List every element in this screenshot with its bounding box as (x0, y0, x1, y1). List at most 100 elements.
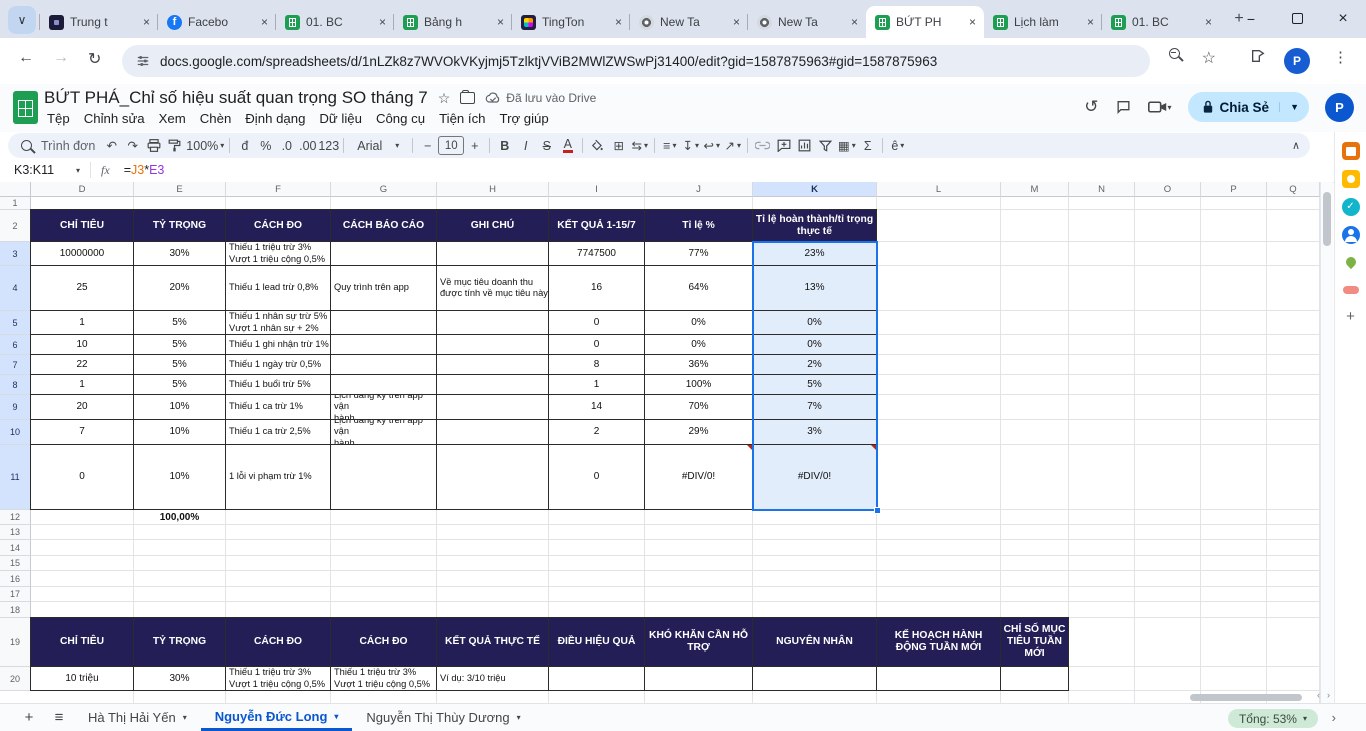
print-icon[interactable] (143, 135, 164, 156)
browser-tab[interactable]: New Ta× (748, 6, 866, 38)
italic-button[interactable]: I (515, 135, 536, 156)
browser-tab[interactable]: Trung t× (40, 6, 158, 38)
selection-fill-handle[interactable] (874, 507, 881, 514)
cell-F5[interactable]: Thiếu 1 nhân sự trừ 5% Vượt 1 nhân sự + … (225, 310, 331, 335)
row-header-11[interactable]: 11 (0, 445, 31, 510)
cell-F2[interactable]: CÁCH ĐO (225, 209, 331, 242)
input-tools-icon[interactable]: ê▾ (887, 135, 908, 156)
cell-F20[interactable]: Thiếu 1 triệu trừ 3% Vượt 1 triệu cộng 0… (225, 666, 331, 691)
cell-E20[interactable]: 30% (133, 666, 226, 691)
menu-công-cụ[interactable]: Công cụ (369, 109, 432, 128)
document-title[interactable]: BỨT PHÁ_Chỉ số hiệu suất quan trọng SO t… (44, 88, 428, 108)
cell-D11[interactable]: 0 (30, 444, 134, 510)
menu-dữ-liệu[interactable]: Dữ liệu (312, 109, 369, 128)
cell-G19[interactable]: CÁCH ĐO (330, 617, 437, 667)
row-header-9[interactable]: 9 (0, 395, 31, 420)
cell-M20[interactable] (1000, 666, 1069, 691)
cell-H19[interactable]: KẾT QUẢ THỰC TẾ (436, 617, 549, 667)
cell-I4[interactable]: 16 (548, 265, 645, 311)
cell-E2[interactable]: TỶ TRỌNG (133, 209, 226, 242)
cell-H4[interactable]: Về mục tiêu doanh thu được tính về mục t… (436, 265, 549, 311)
version-history-icon[interactable]: ↺ (1084, 97, 1098, 117)
tab-close-icon[interactable]: × (849, 15, 860, 29)
tab-close-icon[interactable]: × (495, 15, 506, 29)
cell-H11[interactable] (436, 444, 549, 510)
row-header-18[interactable]: 18 (0, 602, 31, 618)
cell-F19[interactable]: CÁCH ĐO (225, 617, 331, 667)
zoom-select[interactable]: 100%▾ (185, 135, 225, 156)
cell-E9[interactable]: 10% (133, 394, 226, 420)
column-header-F[interactable]: F (226, 182, 331, 197)
tab-close-icon[interactable]: × (1085, 15, 1096, 29)
star-icon[interactable]: ☆ (438, 90, 451, 107)
cell-G3[interactable] (330, 241, 437, 266)
functions-icon[interactable]: Σ (857, 135, 878, 156)
calendar-icon[interactable] (1342, 142, 1360, 160)
cell-G8[interactable] (330, 374, 437, 395)
row-header-4[interactable]: 4 (0, 266, 31, 311)
cell-I3[interactable]: 7747500 (548, 241, 645, 266)
cell-G6[interactable] (330, 334, 437, 355)
browser-tab[interactable]: 01. BC× (276, 6, 394, 38)
share-dropdown-icon[interactable]: ▼ (1279, 102, 1309, 112)
menu-tiện-ích[interactable]: Tiện ích (432, 109, 492, 128)
cell-D3[interactable]: 10000000 (30, 241, 134, 266)
get-addons-icon[interactable]: + (1342, 308, 1360, 326)
cell-H7[interactable] (436, 354, 549, 375)
maps-icon[interactable] (1342, 254, 1360, 272)
cell-G5[interactable] (330, 310, 437, 335)
cell-E5[interactable]: 5% (133, 310, 226, 335)
cell-F9[interactable]: Thiếu 1 ca trừ 1% (225, 394, 331, 420)
move-folder-icon[interactable] (460, 92, 475, 104)
maximize-button[interactable] (1274, 11, 1320, 27)
cell-G9[interactable]: Lịch đăng ký trên app vận hành (330, 394, 437, 420)
row-header-15[interactable]: 15 (0, 556, 31, 571)
cell-D10[interactable]: 7 (30, 419, 134, 445)
cell-E10[interactable]: 10% (133, 419, 226, 445)
row-header-5[interactable]: 5 (0, 311, 31, 335)
url-text[interactable]: docs.google.com/spreadsheets/d/1nLZk8z7W… (160, 54, 937, 69)
close-button[interactable]: × (1320, 10, 1366, 28)
cell-E19[interactable]: TỶ TRỌNG (133, 617, 226, 667)
column-header-D[interactable]: D (31, 182, 134, 197)
font-select[interactable]: Arial▾ (348, 135, 408, 156)
cell-F4[interactable]: Thiếu 1 lead trừ 0,8% (225, 265, 331, 311)
row-header-7[interactable]: 7 (0, 355, 31, 375)
column-header-L[interactable]: L (877, 182, 1001, 197)
cell-K7[interactable]: 2% (752, 354, 877, 375)
cell-I7[interactable]: 8 (548, 354, 645, 375)
tab-close-icon[interactable]: × (141, 15, 152, 29)
cell-F11[interactable]: 1 lỗi vi phạm trừ 1% (225, 444, 331, 510)
hide-menus-icon[interactable]: ∧ (1292, 139, 1300, 152)
font-size-input[interactable]: 10 (438, 136, 464, 155)
comment-icon[interactable] (1115, 99, 1132, 115)
cell-E3[interactable]: 30% (133, 241, 226, 266)
bookmark-star-icon[interactable]: ☆ (1202, 48, 1216, 68)
cell-J19[interactable]: KHÓ KHĂN CẦN HỖ TRỢ (644, 617, 753, 667)
sheet-tab[interactable]: Hà Thị Hải Yến▾ (74, 704, 201, 731)
text-color-button[interactable]: A (563, 138, 573, 154)
insert-comment-icon[interactable] (773, 135, 794, 156)
bold-button[interactable]: B (494, 135, 515, 156)
cell-H6[interactable] (436, 334, 549, 355)
insert-link-icon[interactable] (752, 135, 773, 156)
cell-J4[interactable]: 64% (644, 265, 753, 311)
currency-format-button[interactable]: đ (234, 135, 255, 156)
browser-tab[interactable]: BỨT PH× (866, 6, 984, 38)
cell-D2[interactable]: CHỈ TIÊU (30, 209, 134, 242)
cell-L19[interactable]: KẾ HOẠCH HÀNH ĐỘNG TUẦN MỚI (876, 617, 1001, 667)
cell-D5[interactable]: 1 (30, 310, 134, 335)
cell-G11[interactable] (330, 444, 437, 510)
cell-I9[interactable]: 14 (548, 394, 645, 420)
increase-font-size-button[interactable]: + (464, 135, 485, 156)
column-header-N[interactable]: N (1069, 182, 1135, 197)
search-icon[interactable] (16, 135, 37, 156)
cell-J2[interactable]: Tỉ lệ % (644, 209, 753, 242)
tasks-icon[interactable] (1342, 198, 1360, 216)
cell-J20[interactable] (644, 666, 753, 691)
decrease-font-size-button[interactable]: − (417, 135, 438, 156)
cell-K2[interactable]: Tỉ lệ hoàn thành/tỉ trọng thực tế (752, 209, 877, 242)
name-box[interactable]: K3:K11 (0, 163, 76, 177)
cell-E8[interactable]: 5% (133, 374, 226, 395)
cell-J11[interactable]: #DIV/0! (644, 444, 753, 510)
